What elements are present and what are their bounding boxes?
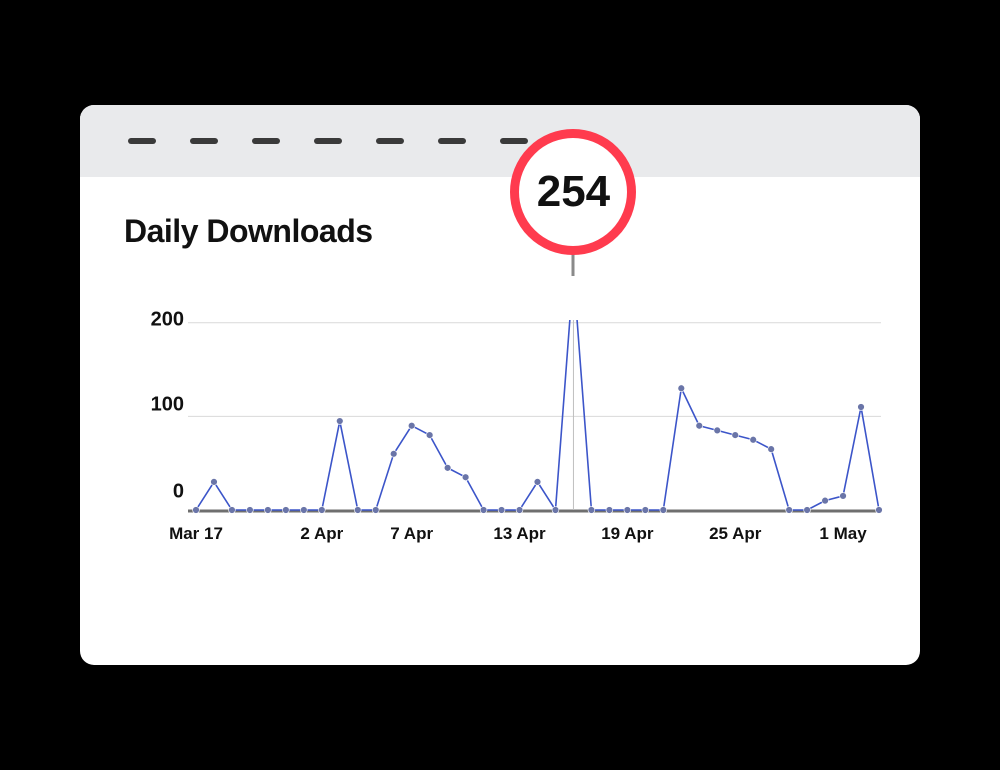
x-tick-label: 19 Apr [601, 524, 653, 544]
x-tick-label: 7 Apr [390, 524, 433, 544]
x-tick-label: 25 Apr [709, 524, 761, 544]
chart-title: Daily Downloads [124, 213, 876, 250]
line-chart [124, 320, 884, 516]
titlebar-menu-item[interactable] [190, 138, 218, 144]
titlebar-menu-item[interactable] [128, 138, 156, 144]
titlebar-menu-item[interactable] [314, 138, 342, 144]
callout-value: 254 [537, 167, 610, 217]
app-window: Daily Downloads 200 100 0 Mar 17 2 Apr 7… [80, 105, 920, 665]
titlebar-menu-item[interactable] [376, 138, 404, 144]
x-tick-label: 13 Apr [493, 524, 545, 544]
x-tick-label: Mar 17 [169, 524, 223, 544]
y-tick-label: 200 [134, 309, 184, 332]
window-titlebar [80, 105, 920, 177]
titlebar-menu-item[interactable] [438, 138, 466, 144]
titlebar-menu-item[interactable] [252, 138, 280, 144]
chart-container: 200 100 0 Mar 17 2 Apr 7 Apr 13 Apr 19 A… [124, 320, 876, 516]
highlight-callout: 254 [510, 129, 636, 255]
content-area: Daily Downloads 200 100 0 Mar 17 2 Apr 7… [80, 177, 920, 546]
titlebar-menu-item[interactable] [500, 138, 528, 144]
y-tick-label: 0 [134, 481, 184, 504]
x-tick-label: 1 May [819, 524, 866, 544]
y-tick-label: 100 [134, 394, 184, 417]
x-tick-label: 2 Apr [300, 524, 343, 544]
